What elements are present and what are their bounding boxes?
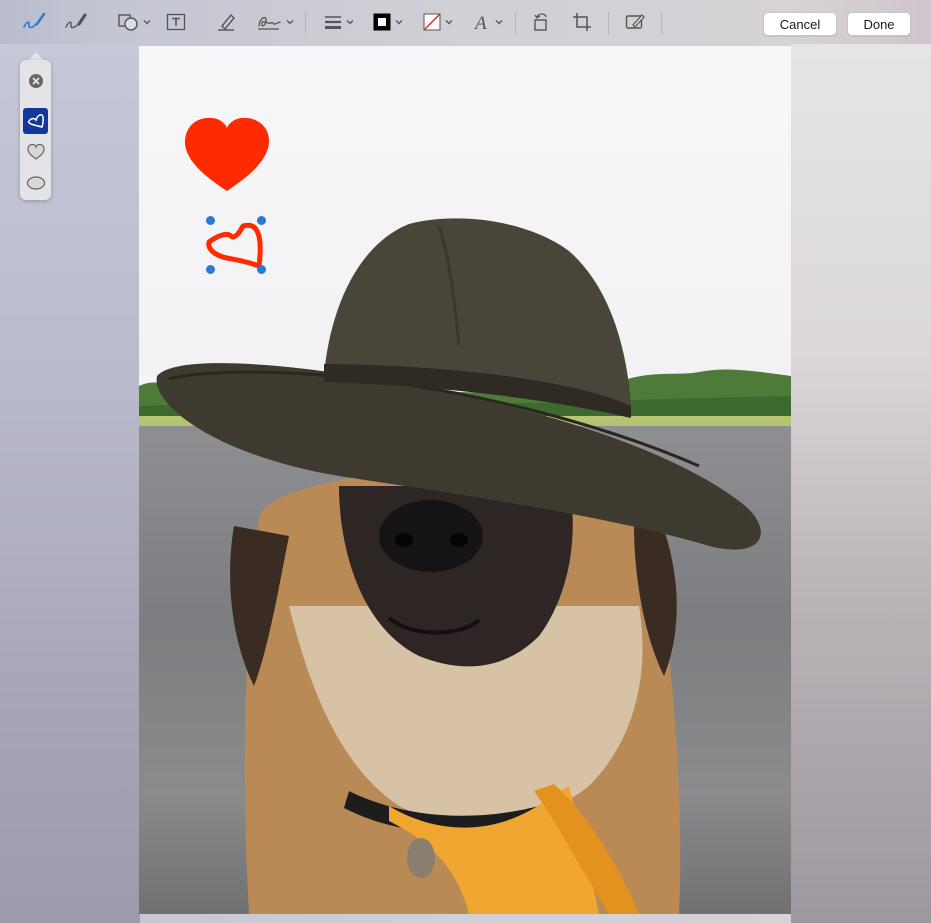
highlight-tool-button[interactable] (212, 8, 240, 36)
selection-handle-top-left[interactable] (206, 216, 215, 225)
chevron-down-icon (495, 20, 502, 25)
fill-color-button[interactable] (419, 8, 455, 36)
heart-shape-option[interactable] (23, 139, 48, 165)
close-circle-icon (28, 74, 43, 88)
ellipse-icon (26, 176, 45, 190)
shapes-tool-button[interactable] (114, 8, 152, 36)
cancel-button[interactable]: Cancel (763, 12, 837, 36)
highlight-pen-icon (218, 13, 235, 31)
chevron-down-icon (346, 20, 353, 25)
signature-icon (257, 16, 281, 30)
chevron-down-icon (286, 20, 293, 25)
text-style-button[interactable]: A (469, 8, 505, 36)
revert-shape-button[interactable] (23, 68, 48, 94)
sketched-heart-shape (206, 222, 263, 269)
sign-tool-button[interactable] (254, 8, 294, 36)
oval-shape-option[interactable] (23, 170, 48, 196)
done-button[interactable]: Done (847, 12, 911, 36)
annotate-button[interactable] (622, 8, 648, 36)
border-color-button[interactable] (369, 8, 405, 36)
shapes-icon (117, 14, 138, 31)
heart-outline-icon (26, 143, 45, 160)
chevron-down-icon (143, 20, 150, 25)
toolbar-separator (608, 12, 609, 34)
chevron-down-icon (395, 20, 402, 25)
sketch-pen-icon (23, 12, 46, 29)
toolbar-separator (305, 12, 306, 34)
rotate-icon (534, 13, 547, 31)
toolbar-separator (661, 12, 662, 34)
shape-suggestion-popover (20, 60, 51, 200)
shape-style-button[interactable] (320, 8, 356, 36)
sketch-tool-button[interactable] (20, 8, 48, 36)
selection-handle-bottom-left[interactable] (206, 265, 215, 274)
selection-handle-top-right[interactable] (257, 216, 266, 225)
svg-text:A: A (473, 13, 487, 33)
draw-tool-button[interactable] (62, 8, 90, 36)
annotate-icon (625, 14, 645, 29)
heart-shape (184, 117, 269, 191)
crop-icon (573, 13, 591, 31)
text-tool-button[interactable] (163, 8, 189, 36)
photo-dog-in-hat (156, 117, 761, 914)
text-box-icon (166, 13, 186, 31)
rotate-button[interactable] (528, 8, 554, 36)
sketched-shape-option[interactable] (23, 108, 48, 134)
border-color-icon (373, 13, 390, 31)
fill-color-icon (423, 13, 440, 31)
toolbar-separator (515, 12, 516, 34)
sketched-heart-icon (27, 114, 44, 128)
selection-handle-bottom-right[interactable] (257, 265, 266, 274)
image-canvas[interactable] (139, 46, 791, 914)
chevron-down-icon (445, 20, 452, 25)
line-weight-icon (324, 16, 341, 29)
markup-toolbar: A Cancel Done (0, 0, 931, 44)
backdrop-right (791, 44, 931, 923)
text-style-icon: A (473, 13, 487, 33)
crop-button[interactable] (569, 8, 595, 36)
draw-brush-icon (65, 13, 87, 29)
